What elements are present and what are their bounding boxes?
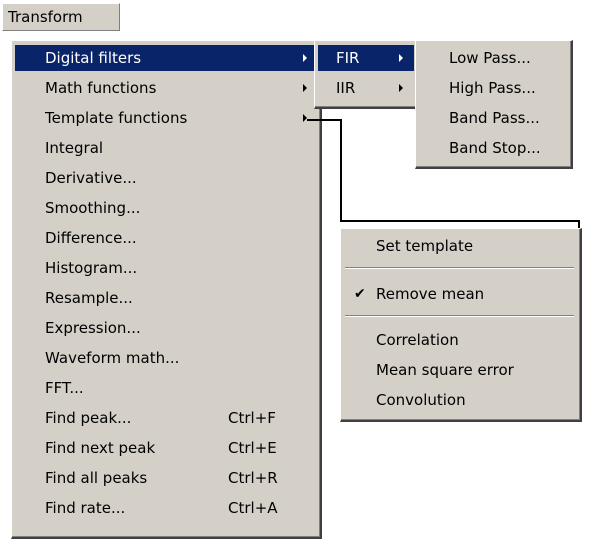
menu-item-template-functions[interactable]: Template functions [15,105,317,131]
menu-item-label: FFT... [45,379,84,397]
menu-item-convolution[interactable]: Convolution [344,387,577,413]
menu-item-label: Resample... [45,289,133,307]
menu-item-resample[interactable]: Resample... [15,285,317,311]
menu-transform[interactable]: Transform [2,3,120,31]
menu-item-label: Find rate... [45,499,126,517]
menu-item-label: Integral [45,139,104,157]
menu-item-remove-mean[interactable]: ✔ Remove mean [344,281,577,307]
digital-filters-submenu: FIR IIR [314,40,419,109]
menu-item-label: Expression... [45,319,141,337]
menu-item-label: Histogram... [45,259,138,277]
shortcut-label: Ctrl+E [228,439,277,457]
menu-item-digital-filters[interactable]: Digital filters [15,45,317,71]
menu-transform-label: Transform [8,8,83,26]
menu-item-band-pass[interactable]: Band Pass... [419,105,568,131]
menu-item-label: Smoothing... [45,199,141,217]
menu-item-label: Band Stop... [449,139,541,157]
menu-item-label: Mean square error [376,361,514,379]
menu-item-label: Find next peak [45,439,156,457]
menu-item-label: Digital filters [45,49,142,67]
menu-item-label: Find peak... [45,409,132,427]
menu-item-correlation[interactable]: Correlation [344,327,577,353]
menu-item-mean-square-error[interactable]: Mean square error [344,357,577,383]
menu-item-derivative[interactable]: Derivative... [15,165,317,191]
menu-item-label: Math functions [45,79,157,97]
template-functions-submenu: Set template ✔ Remove mean Correlation M… [340,228,582,422]
menu-item-label: FIR [336,49,360,67]
menu-item-label: Low Pass... [449,49,531,67]
menu-item-label: IIR [336,79,356,97]
menu-item-low-pass[interactable]: Low Pass... [419,45,568,71]
submenu-arrow-icon [399,54,403,62]
menu-item-integral[interactable]: Integral [15,135,317,161]
menu-item-find-rate[interactable]: Find rate... Ctrl+A [15,495,317,521]
transform-menu: Digital filters Math functions Template … [11,40,322,539]
menu-item-histogram[interactable]: Histogram... [15,255,317,281]
submenu-arrow-icon [399,84,403,92]
menu-item-smoothing[interactable]: Smoothing... [15,195,317,221]
menu-item-iir[interactable]: IIR [318,75,414,101]
menu-item-find-peak[interactable]: Find peak... Ctrl+F [15,405,317,431]
menu-item-label: Template functions [45,109,188,127]
menu-item-label: Find all peaks [45,469,148,487]
menu-item-label: Convolution [376,391,466,409]
shortcut-label: Ctrl+A [228,499,278,517]
menu-item-label: Difference... [45,229,137,247]
shortcut-label: Ctrl+R [228,469,278,487]
menu-item-find-next-peak[interactable]: Find next peak Ctrl+E [15,435,317,461]
menu-item-difference[interactable]: Difference... [15,225,317,251]
menu-item-label: High Pass... [449,79,536,97]
menu-item-label: Derivative... [45,169,137,187]
submenu-leader-line [340,119,342,222]
menu-item-fft[interactable]: FFT... [15,375,317,401]
menu-item-waveform-math[interactable]: Waveform math... [15,345,317,371]
menu-separator [345,315,574,317]
menu-item-expression[interactable]: Expression... [15,315,317,341]
menu-item-label: Correlation [376,331,459,349]
submenu-arrow-icon [303,54,307,62]
menu-item-label: Remove mean [376,285,485,303]
menu-item-band-stop[interactable]: Band Stop... [419,135,568,161]
menu-item-label: Set template [376,237,474,255]
menu-item-label: Band Pass... [449,109,540,127]
submenu-leader-line [307,119,342,121]
menu-item-high-pass[interactable]: High Pass... [419,75,568,101]
shortcut-label: Ctrl+F [228,409,276,427]
menu-item-math-functions[interactable]: Math functions [15,75,317,101]
fir-submenu: Low Pass... High Pass... Band Pass... Ba… [415,40,573,169]
submenu-arrow-icon [303,84,307,92]
menu-separator [345,267,574,269]
menu-item-set-template[interactable]: Set template [344,233,577,259]
submenu-leader-line [340,220,580,222]
menu-item-fir[interactable]: FIR [318,45,414,71]
checkmark-icon: ✔ [354,286,366,302]
menu-item-find-all-peaks[interactable]: Find all peaks Ctrl+R [15,465,317,491]
menu-item-label: Waveform math... [45,349,180,367]
